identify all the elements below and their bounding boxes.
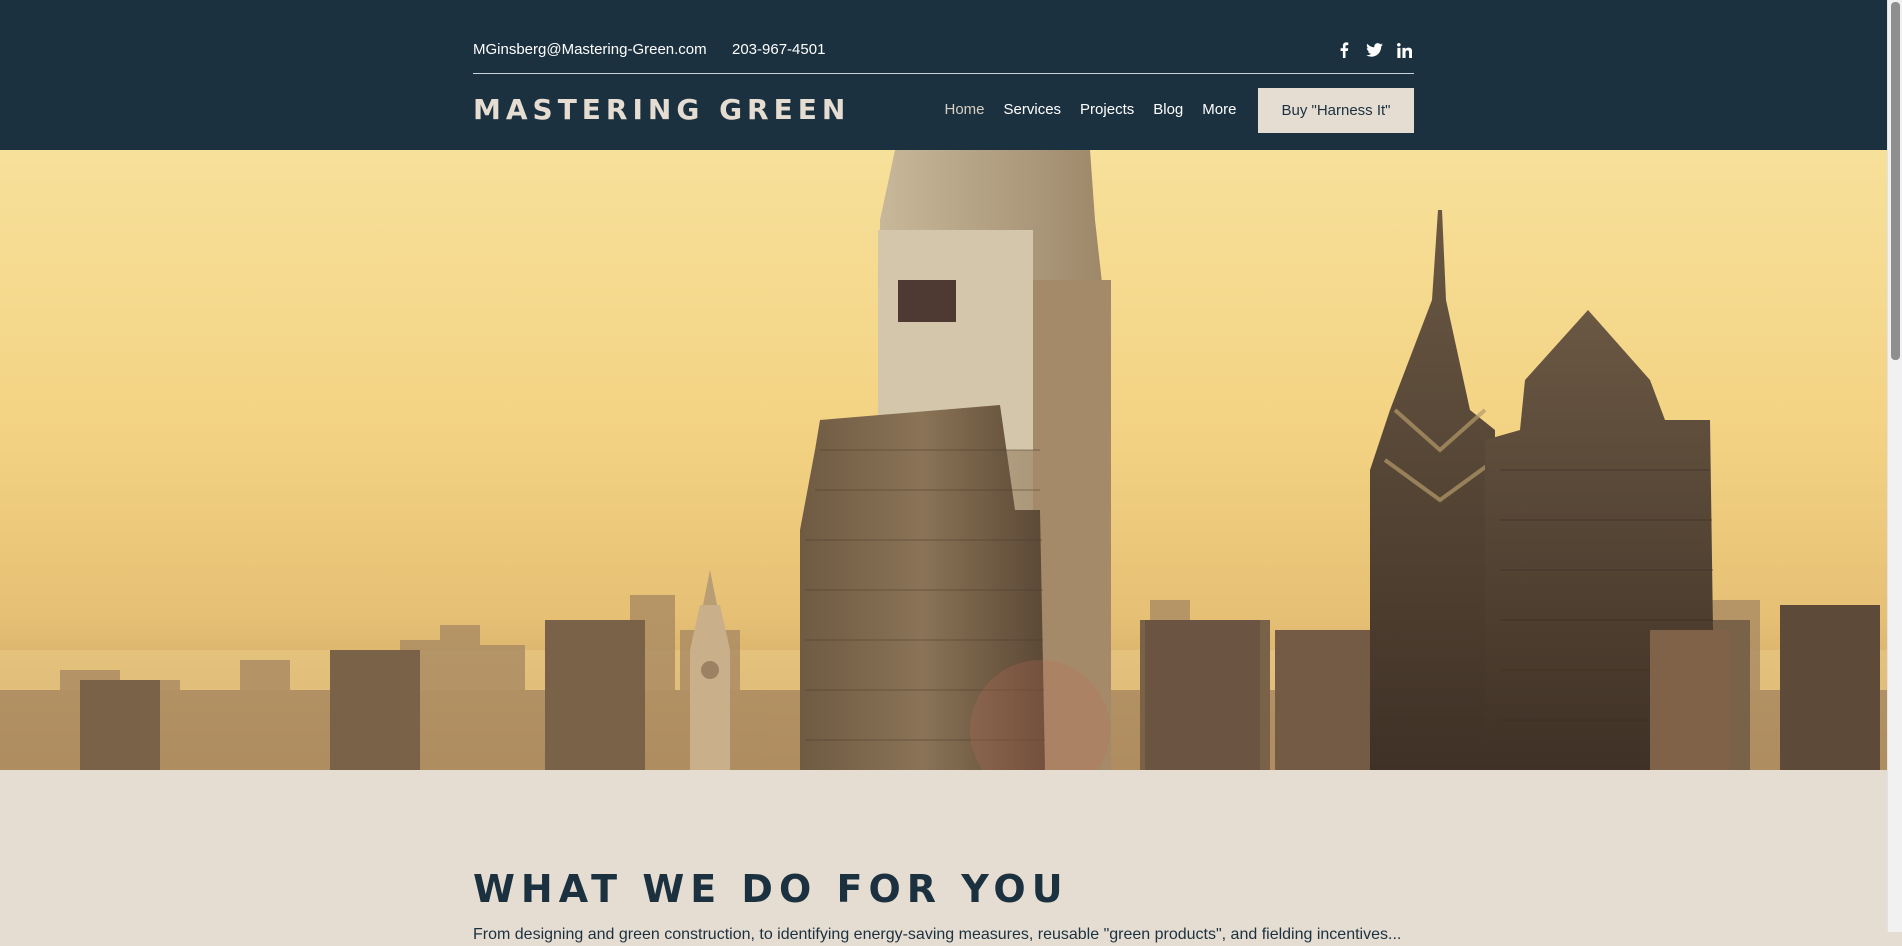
twitter-icon[interactable] bbox=[1364, 40, 1384, 60]
hero-skyline-image bbox=[0, 150, 1887, 770]
scrollbar-thumb[interactable] bbox=[1891, 2, 1900, 360]
linkedin-icon[interactable] bbox=[1394, 40, 1414, 60]
nav-projects[interactable]: Projects bbox=[1071, 99, 1144, 121]
contact-bar: MGinsberg@Mastering-Green.com 203-967-45… bbox=[473, 36, 1414, 74]
page-scrollbar[interactable] bbox=[1887, 0, 1902, 932]
email-link[interactable]: MGinsberg@Mastering-Green.com bbox=[473, 41, 707, 58]
nav-more[interactable]: More bbox=[1193, 99, 1246, 121]
phone-link[interactable]: 203-967-4501 bbox=[732, 41, 825, 58]
site-logo[interactable]: MASTERING GREEN bbox=[473, 93, 850, 127]
nav-home[interactable]: Home bbox=[935, 99, 994, 121]
section-text: From designing and green construction, t… bbox=[473, 926, 1402, 943]
social-links bbox=[1334, 40, 1414, 60]
nav-services[interactable]: Services bbox=[994, 99, 1071, 121]
main-nav: Home Services Projects Blog More bbox=[935, 99, 1246, 121]
buy-harness-it-button[interactable]: Buy "Harness It" bbox=[1258, 88, 1414, 133]
section-title: WHAT WE DO FOR YOU bbox=[473, 867, 1069, 911]
skyline-illustration bbox=[0, 150, 1887, 770]
nav-blog[interactable]: Blog bbox=[1144, 99, 1193, 121]
facebook-icon[interactable] bbox=[1334, 40, 1354, 60]
site-header: MGinsberg@Mastering-Green.com 203-967-45… bbox=[0, 0, 1887, 150]
